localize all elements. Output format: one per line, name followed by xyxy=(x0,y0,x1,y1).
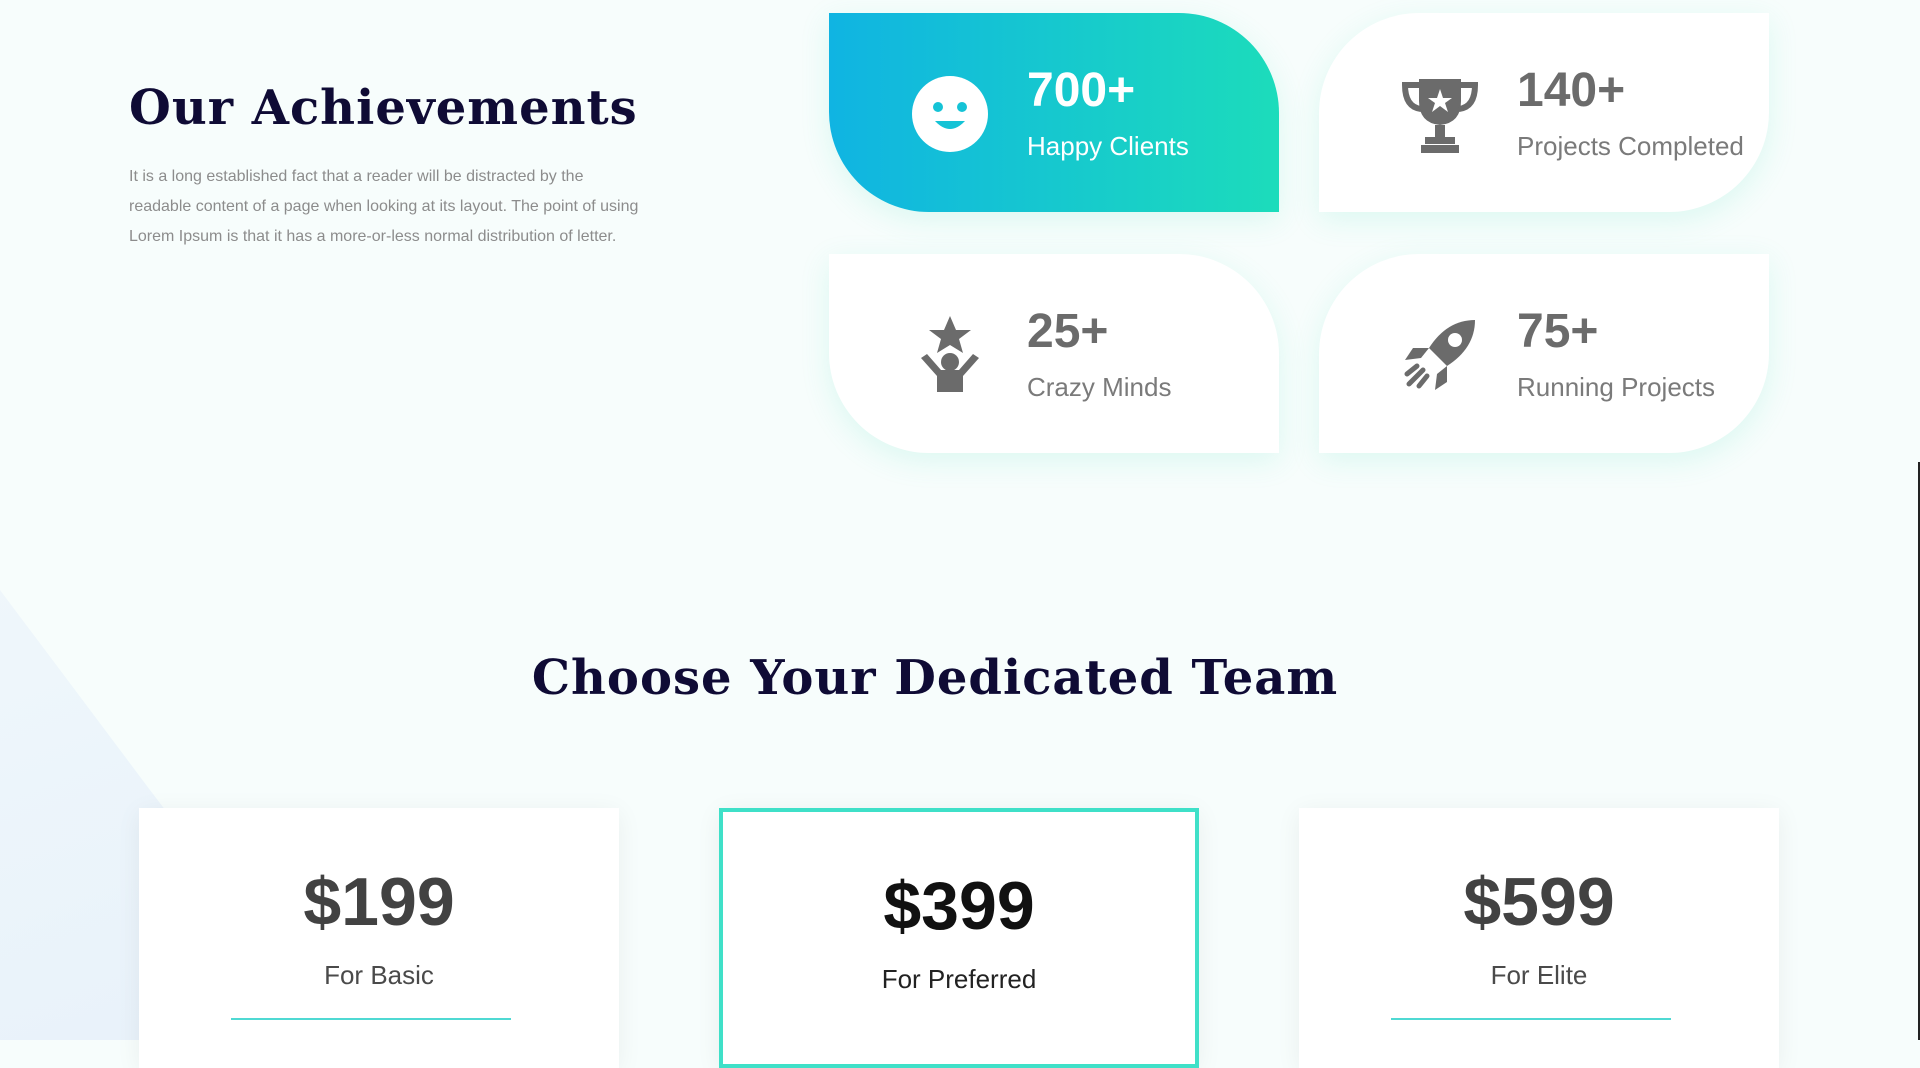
stat-value: 700+ xyxy=(1027,64,1136,117)
plan-name: For Elite xyxy=(1490,960,1588,990)
stat-label: Crazy Minds xyxy=(1027,372,1172,402)
stat-card-happy-clients: 700+ Happy Clients xyxy=(829,13,1279,212)
pricing-card-elite[interactable]: $599 For Elite xyxy=(1299,808,1779,1068)
stat-value: 140+ xyxy=(1517,64,1626,117)
trophy-icon xyxy=(1401,79,1479,153)
smile-icon xyxy=(912,76,988,152)
stat-value: 75+ xyxy=(1517,305,1599,358)
stat-card-running-projects: 75+ Running Projects xyxy=(1319,254,1769,453)
plan-name: For Preferred xyxy=(881,964,1037,994)
star-person-icon xyxy=(921,316,979,392)
price: $599 xyxy=(1463,864,1615,940)
plan-name: For Basic xyxy=(324,960,434,990)
divider xyxy=(1391,1018,1671,1020)
stat-label: Projects Completed xyxy=(1517,131,1744,161)
divider xyxy=(231,1018,511,1020)
stat-value: 25+ xyxy=(1027,305,1109,358)
stat-label: Running Projects xyxy=(1517,372,1715,402)
achievements-description: It is a long established fact that a rea… xyxy=(129,168,639,245)
pricing-card-basic[interactable]: $199 For Basic xyxy=(139,808,619,1068)
stat-card-projects-completed: 140+ Projects Completed xyxy=(1319,13,1769,212)
team-title: Choose Your Dedicated Team xyxy=(531,650,1339,706)
pricing-card-preferred[interactable]: $399 For Preferred xyxy=(719,808,1199,1068)
achievements-title: Our Achievements xyxy=(129,80,638,136)
stat-label: Happy Clients xyxy=(1027,131,1189,161)
price: $399 xyxy=(883,868,1035,944)
price: $199 xyxy=(303,864,455,940)
stat-card-crazy-minds: 25+ Crazy Minds xyxy=(829,254,1279,453)
rocket-icon xyxy=(1404,320,1475,390)
